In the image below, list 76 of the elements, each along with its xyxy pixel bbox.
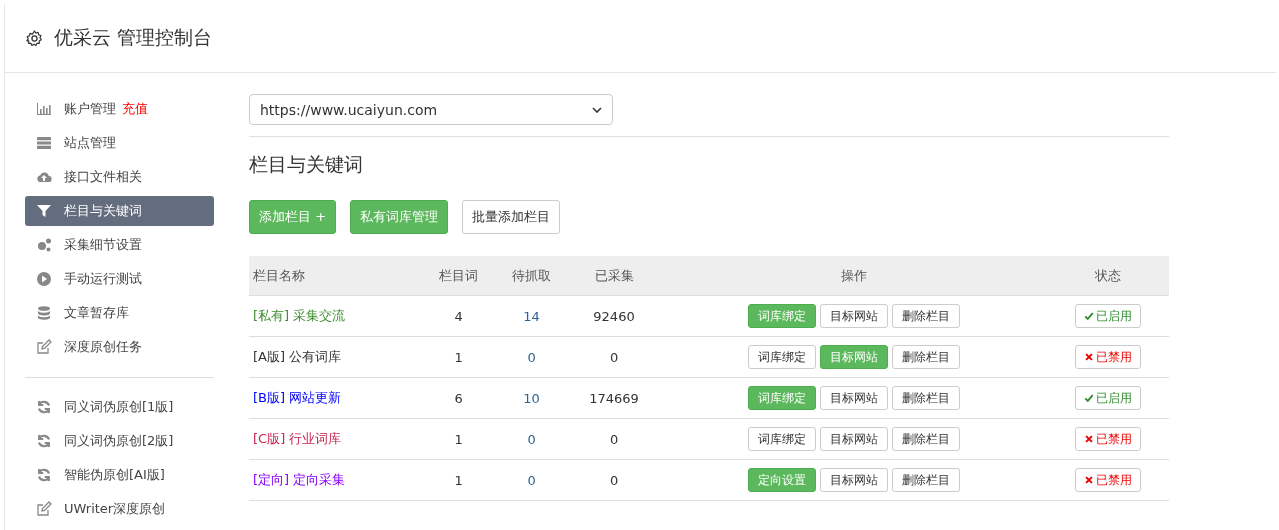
action-button[interactable]: 目标网站	[819, 468, 888, 492]
sidebar-item[interactable]: 同义词伪原创[2版]	[25, 426, 214, 456]
column-name-cell: [定向] 定向采集	[249, 459, 423, 501]
column-header: 状态	[1047, 256, 1169, 296]
refresh-icon	[36, 433, 52, 449]
bar-chart-icon	[36, 101, 52, 117]
sidebar-item[interactable]: 采集细节设置	[25, 230, 214, 260]
column-header: 栏目词	[422, 256, 496, 296]
section-title: 栏目与关键词	[249, 152, 364, 177]
column-name-cell: [C版] 行业词库	[249, 418, 423, 460]
table-cell: 0	[495, 336, 569, 378]
check-icon	[1084, 311, 1095, 321]
action-button[interactable]: 目标网站	[819, 427, 888, 451]
table-cell: 174669	[568, 377, 660, 419]
sidebar-item[interactable]: 智能伪原创[AI版]	[25, 460, 214, 490]
edit-icon	[36, 339, 52, 355]
edit-icon	[36, 501, 52, 517]
action-button[interactable]: 词库绑定	[747, 427, 816, 451]
sidebar-item[interactable]: 接口文件相关	[25, 162, 214, 192]
table-cell: 4	[422, 295, 496, 337]
sidebar-item[interactable]: UWriter深度原创	[25, 494, 214, 524]
status-button[interactable]: 已启用	[1075, 386, 1142, 410]
action-button[interactable]: 目标网站	[819, 386, 888, 410]
database-icon	[36, 305, 52, 321]
sidebar-item[interactable]: 手动运行测试	[25, 264, 214, 294]
refresh-icon	[36, 467, 52, 483]
table-cell: 0	[568, 459, 660, 501]
close-icon	[1084, 434, 1095, 444]
column-header: 已采集	[568, 256, 660, 296]
action-button[interactable]: 目标网站	[819, 304, 888, 328]
table-cell: 0	[568, 418, 660, 460]
server-icon	[36, 135, 52, 151]
column-header: 操作	[659, 256, 1048, 296]
close-icon	[1084, 475, 1095, 485]
table-cell: 1	[422, 418, 496, 460]
table-cell: 10	[495, 377, 569, 419]
column-name-cell: [B版] 网站更新	[249, 377, 423, 419]
action-button[interactable]: 词库绑定	[747, 345, 816, 369]
table-cell: 0	[495, 418, 569, 460]
sidebar-item[interactable]: 同义词伪原创[1版]	[25, 392, 214, 422]
sidebar-item[interactable]: 文章暂存库	[25, 298, 214, 328]
action-button[interactable]: 删除栏目	[891, 345, 960, 369]
sidebar-item[interactable]: 深度原创任务	[25, 332, 214, 362]
status-button[interactable]: 已启用	[1075, 304, 1142, 328]
settings-icon	[25, 28, 44, 48]
close-icon	[1084, 352, 1095, 362]
table-cell: 14	[495, 295, 569, 337]
table-cell: 0	[568, 336, 660, 378]
action-button[interactable]: 删除栏目	[891, 386, 960, 410]
play-icon	[36, 271, 52, 287]
sidebar-item[interactable]: 账户管理 充值	[25, 94, 214, 124]
check-icon	[1084, 393, 1095, 403]
table-cell: 6	[422, 377, 496, 419]
site-select[interactable]: https://www.ucaiyun.com	[249, 94, 613, 125]
toolbar-button[interactable]: 批量添加栏目	[462, 200, 561, 234]
action-button[interactable]: 删除栏目	[891, 468, 960, 492]
sidebar-item[interactable]: 栏目与关键词	[25, 196, 214, 226]
status-button[interactable]: 已禁用	[1075, 427, 1142, 451]
column-name-cell: [A版] 公有词库	[249, 336, 423, 378]
action-button[interactable]: 删除栏目	[891, 427, 960, 451]
column-header: 栏目名称	[249, 256, 423, 296]
column-header: 待抓取	[495, 256, 569, 296]
column-name-cell: [私有] 采集交流	[249, 295, 423, 337]
status-button[interactable]: 已禁用	[1075, 468, 1142, 492]
refresh-icon	[36, 399, 52, 415]
sidebar-item[interactable]: 站点管理	[25, 128, 214, 158]
table-cell: 1	[422, 336, 496, 378]
table-cell: 92460	[568, 295, 660, 337]
action-button[interactable]: 删除栏目	[891, 304, 960, 328]
table-cell: 0	[495, 459, 569, 501]
recharge-link[interactable]: 充值	[122, 100, 148, 118]
table-cell: 1	[422, 459, 496, 501]
filter-icon	[36, 203, 52, 219]
chevron-down-icon	[592, 106, 602, 113]
status-button[interactable]: 已禁用	[1075, 345, 1142, 369]
console-title: 优采云 管理控制台	[54, 25, 213, 50]
